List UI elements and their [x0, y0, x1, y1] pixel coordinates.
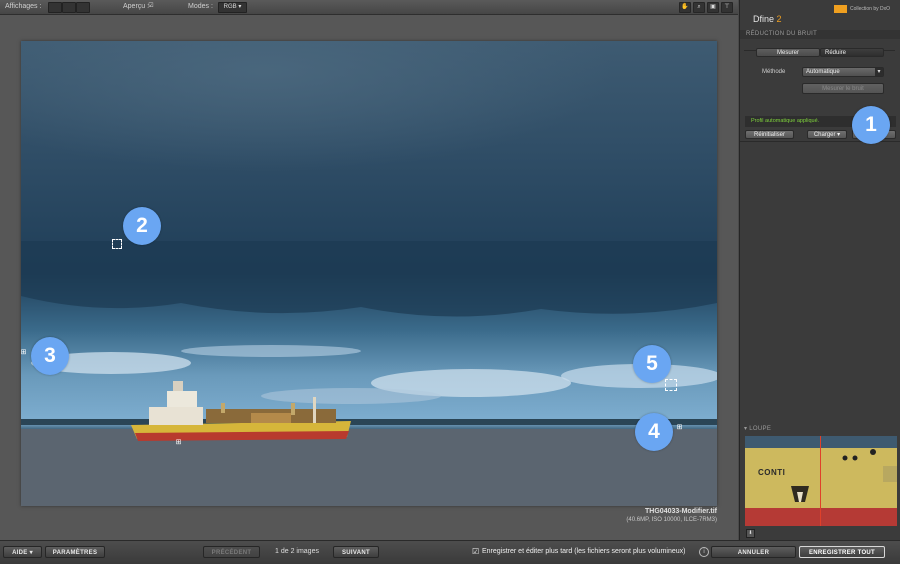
callout-marker-5: 5 — [633, 345, 671, 383]
control-point-left[interactable]: ⊞ — [21, 349, 27, 356]
brand-tag: Collection by DxO — [850, 6, 891, 12]
control-point-clouds[interactable] — [665, 379, 677, 391]
callout-marker-1: 1 — [852, 106, 890, 144]
brand-name-text: Dfine — [753, 14, 775, 24]
loupe-view[interactable]: CONTI — [745, 436, 897, 526]
mode-value: RGB — [223, 4, 237, 10]
save-later-checkbox[interactable]: ☑ — [472, 547, 479, 556]
next-button[interactable]: SUIVANT — [333, 546, 379, 558]
hand-tool-icon[interactable]: ✋ — [679, 2, 691, 13]
single-view-button[interactable] — [48, 2, 62, 13]
chevron-down-icon: ▾ — [875, 68, 883, 76]
zoom-tool-icon[interactable]: ⌕ — [693, 2, 705, 13]
panel-header: Collection by DxO Dfine 2 — [740, 0, 900, 30]
control-point-ship[interactable]: ⊞ — [175, 439, 182, 446]
load-button[interactable]: Charger ▾ — [807, 130, 847, 139]
method-value: Automatique — [806, 69, 840, 75]
affichages-label: Affichages : — [5, 3, 42, 10]
image-counter: 1 de 2 images — [275, 548, 319, 555]
control-point-right[interactable]: ⊞ — [676, 424, 683, 431]
modes-label: Modes : — [188, 3, 213, 10]
tab-reduire[interactable]: Réduire — [820, 48, 884, 57]
reset-button[interactable]: Réinitialiser — [745, 130, 794, 139]
callout-marker-3: 3 — [31, 337, 69, 375]
eyedropper-icon[interactable]: ⊤ — [721, 2, 733, 13]
top-toolbar: Affichages : Aperçu : ☑ Modes : RGB ▾ ✋ … — [0, 0, 738, 15]
tab-mesurer[interactable]: Mesurer — [756, 48, 820, 57]
loupe-pin-icon[interactable]: ⬇ — [746, 529, 755, 538]
save-all-button[interactable]: ENREGISTRER TOUT — [799, 546, 885, 558]
status-text: Profil automatique appliqué. — [751, 118, 820, 124]
info-icon[interactable]: i — [699, 547, 709, 557]
callout-marker-4: 4 — [635, 413, 673, 451]
loupe-image — [745, 436, 897, 526]
load-button-label: Charger — [813, 132, 836, 138]
harbor-photo — [21, 41, 717, 506]
brand-name: Dfine 2 — [753, 14, 782, 24]
photo-preview[interactable]: ⊞ ⊞ ⊞ — [21, 41, 717, 506]
preview-checkbox[interactable]: ☑ — [147, 2, 155, 11]
apercu-label: Aperçu : — [123, 3, 150, 10]
previous-button[interactable]: PRÉCÉDENT — [203, 546, 260, 558]
settings-button[interactable]: PARAMÈTRES — [45, 546, 105, 558]
side-by-side-view-button[interactable] — [76, 2, 90, 13]
control-point-sky[interactable] — [112, 239, 122, 249]
method-label: Méthode — [762, 69, 786, 75]
section-title[interactable]: RÉDUCTION DU BRUIT — [740, 30, 900, 39]
right-panel: Collection by DxO Dfine 2 RÉDUCTION DU B… — [739, 0, 900, 540]
file-info: (40.6MP, ISO 10000, ILCE-7RM3) — [626, 517, 717, 523]
method-select[interactable]: Automatique ▾ — [802, 67, 884, 77]
loupe-text: CONTI — [758, 468, 786, 477]
loupe-title: LOUPE — [749, 426, 772, 432]
crop-tool-icon[interactable]: ▣ — [707, 2, 719, 13]
nik-logo — [834, 5, 847, 13]
brand-version: 2 — [776, 14, 782, 24]
loupe-header[interactable]: ▾ LOUPE — [740, 425, 900, 434]
save-later-text: Enregistrer et éditer plus tard (les fic… — [482, 548, 686, 555]
file-name: THG04033-Modifier.tif — [645, 508, 717, 515]
callout-marker-2: 2 — [123, 207, 161, 245]
measure-noise-button[interactable]: Mesurer le bruit — [802, 83, 884, 94]
mode-select[interactable]: RGB ▾ — [218, 2, 247, 13]
cancel-button[interactable]: ANNULER — [711, 546, 796, 558]
help-button[interactable]: AIDE ▾ — [3, 546, 42, 558]
split-view-button[interactable] — [62, 2, 76, 13]
bottom-bar: AIDE ▾ PARAMÈTRES PRÉCÉDENT 1 de 2 image… — [0, 540, 900, 564]
